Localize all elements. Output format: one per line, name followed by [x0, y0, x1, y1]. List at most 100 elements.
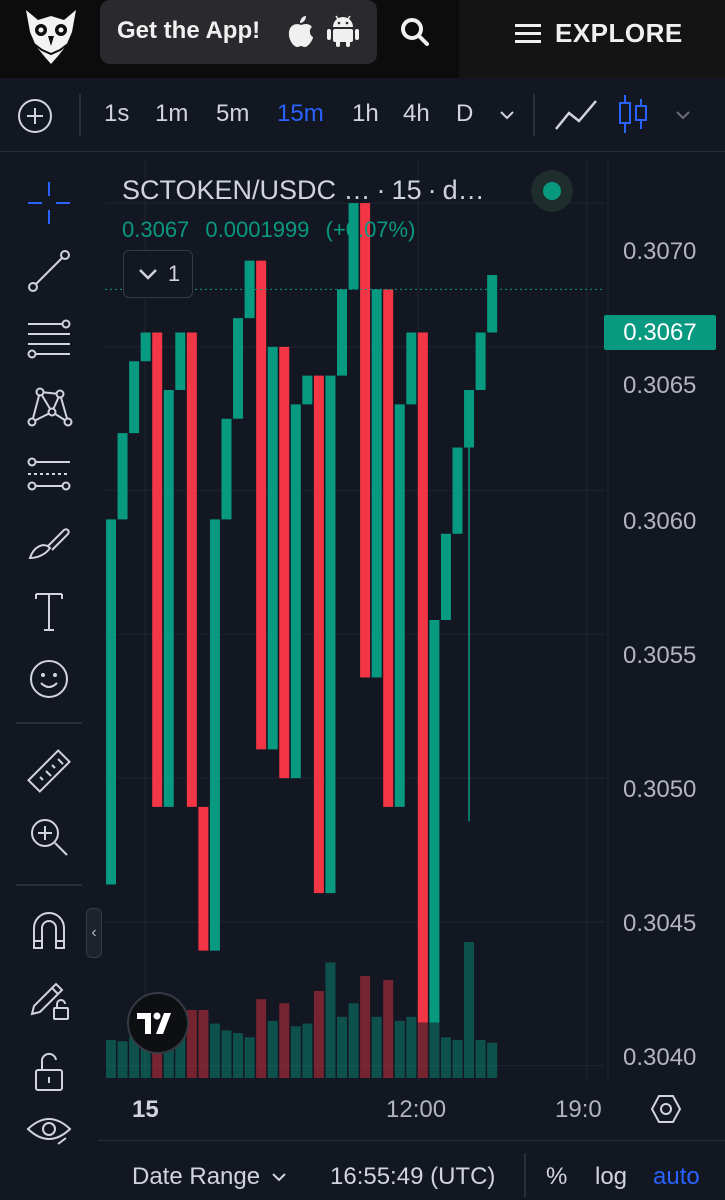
prediction-tool[interactable] [22, 448, 76, 502]
candle-body [186, 332, 197, 807]
volume-bar [429, 1014, 440, 1078]
explore-menu-area: EXPLORE [459, 0, 725, 78]
chevron-down-icon [138, 269, 157, 280]
brush-tool[interactable] [22, 516, 76, 570]
emoji-tool[interactable] [22, 652, 76, 706]
interval-1h[interactable]: 1h [352, 100, 379, 128]
volume-bar [209, 1023, 220, 1078]
lock-drawing-tool[interactable] [22, 972, 76, 1026]
candle-body [140, 332, 151, 362]
interval-d[interactable]: D [456, 100, 473, 128]
explore-button[interactable]: EXPLORE [515, 16, 683, 50]
percent-scale-button[interactable]: % [546, 1163, 567, 1191]
ruler-tool[interactable] [22, 744, 76, 798]
android-icon[interactable] [326, 14, 360, 48]
magnet-tool[interactable] [22, 904, 76, 958]
time-axis-label: 19:0 [555, 1096, 602, 1123]
time-axis-label: 15 [132, 1096, 159, 1123]
unlock-tool[interactable] [22, 1044, 76, 1098]
tradingview-icon [137, 1012, 171, 1034]
chart-pane[interactable]: SCTOKEN/USDC … · 15 · d… 0.3067 0.0001999 (+… [105, 160, 725, 1130]
zoom-in-tool[interactable] [22, 810, 76, 864]
pattern-tool[interactable] [22, 380, 76, 434]
interval-4h[interactable]: 4h [403, 100, 430, 128]
symbol-title[interactable]: SCTOKEN/USDC … · 15 · d… [122, 175, 485, 206]
date-range-button[interactable]: Date Range [132, 1163, 288, 1191]
indicators-toggle-button[interactable]: 1 [123, 250, 193, 298]
text-tool[interactable] [22, 584, 76, 638]
price-axis-label: 0.3055 [623, 642, 697, 669]
settings-icon[interactable] [649, 1092, 683, 1126]
lock-drawing-icon [30, 982, 69, 1020]
candle-body [290, 404, 301, 779]
text-icon [35, 593, 63, 631]
candle-body [452, 447, 463, 534]
fib-retracement-tool[interactable] [22, 312, 76, 366]
chevron-down-icon[interactable] [496, 106, 518, 124]
search-icon[interactable] [397, 14, 433, 50]
auto-scale-button[interactable]: auto [653, 1163, 700, 1191]
bottom-divider [524, 1153, 526, 1197]
chart-toolbar: 1s 1m 5m 15m 1h 4h D [0, 78, 725, 152]
candle-body [267, 346, 278, 750]
volume-bar [256, 999, 267, 1078]
interval-5m[interactable]: 5m [216, 100, 249, 128]
get-app-banner[interactable]: Get the App! [100, 0, 377, 64]
volume-bar [464, 942, 475, 1078]
volume-bar [360, 976, 371, 1078]
candlestick-icon[interactable] [617, 93, 649, 135]
price-legend: 0.3067 0.0001999 (+0.07%) [122, 217, 425, 243]
candle-body [129, 361, 140, 434]
trend-line-tool[interactable] [22, 244, 76, 298]
owl-logo[interactable] [22, 6, 80, 66]
price-axis-label: 0.3060 [623, 508, 697, 535]
volume-bar [198, 1010, 209, 1078]
indicators-count: 1 [167, 261, 181, 286]
candle-body [256, 260, 267, 750]
hide-drawings-tool[interactable] [22, 1102, 76, 1156]
price-axis-label: 0.3070 [623, 238, 697, 265]
add-symbol-icon[interactable] [16, 97, 54, 135]
time-axis-label: 12:00 [386, 1096, 447, 1123]
candle-body [371, 289, 382, 678]
magnet-icon [33, 912, 65, 949]
emoji-icon [30, 660, 68, 698]
candle-body [394, 404, 405, 807]
change-percent-value: (+0.07%) [325, 217, 416, 242]
chevron-down-icon[interactable] [672, 106, 694, 124]
ruler-icon [27, 749, 71, 793]
market-status-indicator[interactable] [531, 170, 573, 212]
line-chart-icon[interactable] [553, 95, 599, 135]
candle-body [325, 375, 336, 894]
interval-15m[interactable]: 15m [277, 100, 324, 128]
toolbar-divider [16, 722, 82, 724]
candle-body [475, 332, 486, 390]
volume-bar [383, 980, 394, 1078]
bottom-bar: Date Range 16:55:49 (UTC) % log auto [98, 1140, 725, 1200]
unlock-icon [35, 1052, 63, 1091]
candle-body [209, 519, 220, 951]
price-axis-label: 0.3065 [623, 372, 697, 399]
get-app-label: Get the App! [117, 17, 261, 44]
interval-1m[interactable]: 1m [155, 100, 188, 128]
toolbar-divider [79, 94, 81, 136]
volume-bar [406, 1016, 417, 1078]
crosshair-tool[interactable] [22, 176, 76, 230]
utc-clock[interactable]: 16:55:49 (UTC) [330, 1163, 495, 1191]
candle-body [221, 418, 232, 520]
interval-1s[interactable]: 1s [104, 100, 129, 128]
eye-icon [26, 1118, 72, 1145]
candle-body [233, 318, 244, 419]
time-axis[interactable]: 15 12:00 19:0 [105, 1080, 725, 1138]
apple-icon[interactable] [286, 14, 316, 48]
candle-body [313, 375, 324, 894]
volume-bar [337, 1016, 347, 1078]
tradingview-logo[interactable] [127, 992, 189, 1054]
symbol-exchange: d… [442, 175, 485, 205]
volume-bar [475, 1039, 486, 1078]
toolbar-divider [533, 94, 535, 136]
zoom-in-icon [31, 819, 68, 856]
candle-body [106, 519, 116, 885]
collapse-toolbar-button[interactable]: ‹ [86, 908, 102, 958]
log-scale-button[interactable]: log [595, 1163, 627, 1191]
